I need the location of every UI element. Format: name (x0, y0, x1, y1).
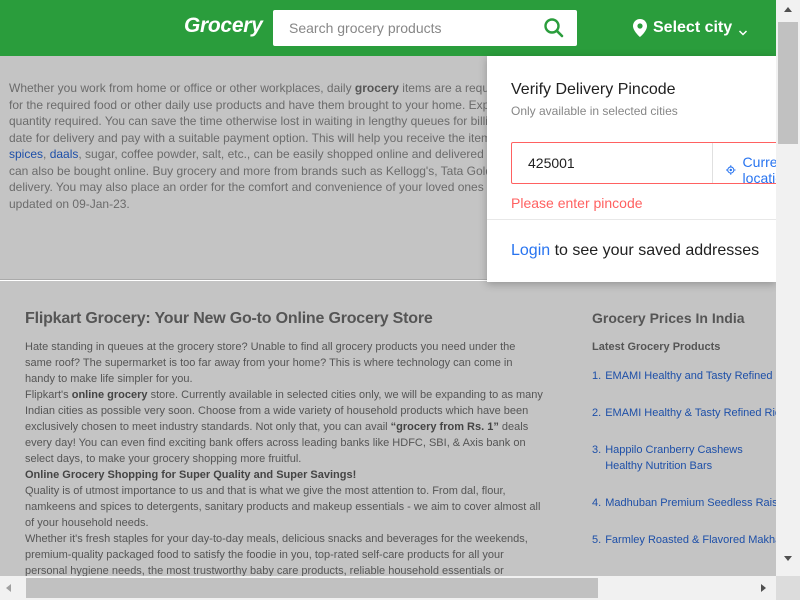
popup-divider (487, 219, 776, 220)
scroll-left-icon[interactable] (0, 576, 18, 600)
sidebar-subheading: Latest Grocery Products (592, 341, 721, 353)
popup-title: Verify Delivery Pincode (511, 81, 676, 98)
search-bar (273, 10, 577, 46)
scrollbar-corner (776, 576, 800, 600)
search-icon[interactable] (543, 17, 565, 39)
spices-link[interactable]: spices (9, 147, 43, 161)
horizontal-scroll-thumb[interactable] (26, 578, 598, 598)
login-link[interactable]: Login (511, 242, 550, 259)
pincode-popup: Verify Delivery Pincode Only available i… (487, 56, 776, 282)
login-prompt: Login to see your saved addresses (511, 242, 760, 259)
sidebar-heading: Grocery Prices In India (592, 310, 745, 326)
product-link[interactable]: 5. Farmley Roasted & Flavored Makha (592, 532, 776, 548)
main-article: Flipkart Grocery: Your New Go-to Online … (25, 310, 545, 595)
horizontal-scrollbar[interactable] (0, 576, 776, 600)
current-location-button[interactable]: Current location (726, 154, 776, 186)
field-divider (712, 143, 713, 183)
article-body: Hate standing in queues at the grocery s… (25, 341, 543, 593)
chevron-down-icon (738, 24, 748, 36)
product-link[interactable]: 4. Madhuban Premium Seedless Raisi (592, 495, 776, 511)
product-link[interactable]: 3. Happilo Cranberry Cashews Healthy Nutr… (592, 442, 776, 474)
select-city-label: Select city (653, 19, 733, 36)
price-sidebar: Grocery Prices In India Latest Grocery P… (592, 310, 776, 569)
vertical-scrollbar[interactable] (776, 0, 800, 576)
search-input[interactable] (273, 10, 533, 46)
scroll-up-icon[interactable] (776, 0, 800, 18)
crosshair-icon (726, 165, 736, 175)
product-link[interactable]: 2. EMAMI Healthy & Tasty Refined Rice (592, 405, 776, 421)
vertical-scroll-thumb[interactable] (778, 22, 798, 144)
pincode-field: Current location (511, 142, 776, 186)
pincode-input[interactable] (512, 143, 712, 183)
grocery-logo[interactable]: Grocery (184, 14, 263, 38)
content-section: Flipkart Grocery: Your New Go-to Online … (0, 281, 776, 593)
product-link[interactable]: 1. EMAMI Healthy and Tasty Refined S (592, 368, 776, 384)
scroll-down-icon[interactable] (776, 550, 800, 568)
daals-link[interactable]: daals (50, 147, 79, 161)
product-list: 1. EMAMI Healthy and Tasty Refined S 2. EM… (592, 368, 776, 548)
popup-subtitle: Only available in selected cities (511, 104, 678, 118)
pincode-error: Please enter pincode (511, 195, 643, 211)
current-location-label: Current location (742, 154, 776, 186)
scroll-right-icon[interactable] (754, 576, 772, 600)
select-city-button[interactable]: Select city (633, 17, 748, 39)
article-heading: Flipkart Grocery: Your New Go-to Online … (25, 310, 433, 327)
location-pin-icon (633, 19, 647, 37)
top-header: Grocery Select city (0, 0, 776, 56)
